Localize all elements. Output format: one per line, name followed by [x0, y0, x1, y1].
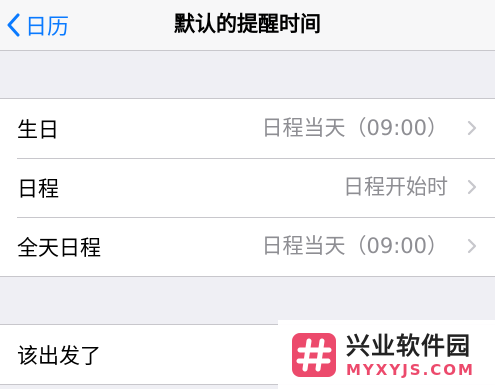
chevron-right-icon [467, 179, 477, 195]
row-value: 日程当天（09:00） [261, 234, 448, 258]
watermark-url: MYXYJS.COM [346, 360, 475, 379]
row-label: 生日 [17, 117, 59, 142]
chevron-left-icon [7, 13, 20, 37]
reminder-settings-group: 生日 日程当天（09:00） 日程 日程开始时 全天日程 日程当天（09:00） [0, 98, 495, 277]
row-value: 日程当天（09:00） [261, 116, 448, 140]
back-button[interactable]: 日历 [6, 0, 69, 50]
row-event[interactable]: 日程 日程开始时 [0, 158, 495, 217]
row-label: 全天日程 [17, 235, 101, 260]
navigation-bar: 日历 默认的提醒时间 [0, 0, 495, 51]
watermark: 兴业软件园 MYXYJS.COM [278, 320, 495, 389]
row-value: 日程开始时 [343, 175, 448, 199]
chevron-right-icon [467, 238, 477, 254]
page-title: 默认的提醒时间 [174, 12, 321, 36]
hash-logo-icon [292, 332, 336, 377]
watermark-text: 兴业软件园 MYXYJS.COM [346, 331, 475, 379]
row-label: 该出发了 [17, 343, 101, 368]
back-button-label: 日历 [25, 15, 70, 40]
row-birthday[interactable]: 生日 日程当天（09:00） [0, 99, 495, 158]
row-all-day-event[interactable]: 全天日程 日程当天（09:00） [0, 217, 495, 276]
watermark-name: 兴业软件园 [346, 331, 471, 360]
chevron-right-icon [467, 120, 477, 136]
row-label: 日程 [17, 176, 59, 201]
